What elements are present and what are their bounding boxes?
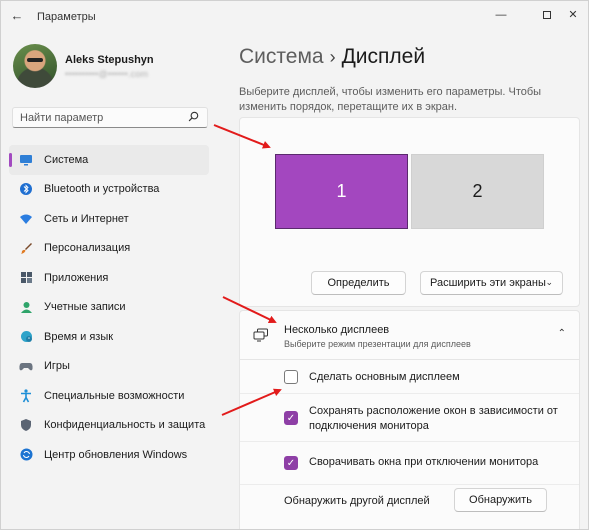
sidebar-item-windows-update[interactable]: Центр обновления Windows <box>9 440 209 470</box>
detect-display-label: Обнаружить другой дисплей <box>284 495 430 507</box>
search-placeholder: Найти параметр <box>20 112 104 124</box>
sidebar-item-label: Специальные возможности <box>44 389 185 402</box>
close-button[interactable]: ✕ <box>557 5 588 25</box>
sidebar-item-bluetooth[interactable]: Bluetooth и устройства <box>9 175 209 205</box>
chevron-up-icon[interactable]: ⌃ <box>558 328 566 339</box>
sidebar-item-label: Сеть и Интернет <box>44 212 129 225</box>
globe-icon <box>19 330 33 344</box>
option-remember-window-locations: ✓ Сохранять расположение окон в зависимо… <box>240 394 579 442</box>
search-icon <box>188 111 199 125</box>
avatar-glasses <box>27 58 43 62</box>
sidebar-item-accessibility[interactable]: Специальные возможности <box>9 381 209 411</box>
monitor-1[interactable]: 1 <box>275 154 408 229</box>
multiple-displays-subtitle: Выберите режим презентации для дисплеев <box>284 339 471 349</box>
window-title: Параметры <box>37 11 96 23</box>
sidebar-item-gaming[interactable]: Игры <box>9 352 209 382</box>
system-icon <box>19 153 33 167</box>
option-label: Сворачивать окна при отключении монитора <box>309 456 539 468</box>
update-icon <box>19 448 33 462</box>
make-main-display-checkbox[interactable] <box>284 370 298 384</box>
shield-icon <box>19 418 33 432</box>
display-mode-dropdown[interactable]: Расширить эти экраны ⌄ <box>420 271 563 295</box>
sidebar-item-label: Конфиденциальность и защита <box>44 419 206 432</box>
remember-window-locations-checkbox[interactable]: ✓ <box>284 411 298 425</box>
sidebar-item-personalization[interactable]: Персонализация <box>9 234 209 264</box>
option-label: Сделать основным дисплеем <box>309 371 460 383</box>
bluetooth-icon <box>19 182 33 196</box>
sidebar-item-accounts[interactable]: Учетные записи <box>9 293 209 323</box>
minimize-on-disconnect-checkbox[interactable]: ✓ <box>284 456 298 470</box>
title-bar: ← Параметры — ✕ <box>1 1 588 33</box>
option-minimize-on-disconnect: ✓ Сворачивать окна при отключении монито… <box>240 442 579 485</box>
monitor-label: 1 <box>336 181 347 201</box>
sidebar-item-time-language[interactable]: Время и язык <box>9 322 209 352</box>
option-make-main-display: Сделать основным дисплеем <box>240 360 579 394</box>
account-icon <box>19 300 33 314</box>
sidebar-item-privacy[interactable]: Конфиденциальность и защита <box>9 411 209 441</box>
search-input[interactable]: Найти параметр <box>12 107 208 128</box>
sidebar-item-label: Персонализация <box>44 242 131 255</box>
sidebar-item-label: Время и язык <box>44 330 114 343</box>
display-mode-value: Расширить эти экраны <box>430 277 546 289</box>
sidebar-item-network[interactable]: Сеть и Интернет <box>9 204 209 234</box>
option-label: Сохранять расположение окон в зависимост… <box>309 405 558 432</box>
monitor-2[interactable]: 2 <box>411 154 544 229</box>
user-email: ••••••••••@••••••.com <box>65 69 149 79</box>
user-name: Aleks Stepushyn <box>65 54 154 66</box>
sidebar-item-label: Bluetooth и устройства <box>44 183 160 196</box>
sidebar-item-system[interactable]: Система <box>9 145 209 175</box>
accessibility-icon <box>19 389 33 403</box>
minimize-button[interactable]: — <box>485 5 517 25</box>
sidebar-item-label: Учетные записи <box>44 301 126 314</box>
sidebar-nav: Система Bluetooth и устройства Сеть и Ин… <box>9 145 209 470</box>
gamepad-icon <box>19 359 33 373</box>
sidebar-item-label: Центр обновления Windows <box>44 448 188 461</box>
monitor-label: 2 <box>472 181 483 201</box>
display-arrangement-panel: 1 2 Определить Расширить эти экраны ⌄ <box>239 117 580 307</box>
detect-display-row: Обнаружить другой дисплей Обнаружить <box>240 485 579 529</box>
multiple-displays-options: Сделать основным дисплеем ✓ Сохранять ра… <box>239 360 580 529</box>
sidebar-item-apps[interactable]: Приложения <box>9 263 209 293</box>
sidebar-item-label: Система <box>44 153 89 166</box>
back-arrow-icon[interactable]: ← <box>9 8 25 24</box>
multiple-displays-icon <box>253 328 269 342</box>
chevron-down-icon: ⌄ <box>545 277 553 287</box>
breadcrumb-parent[interactable]: Система <box>239 45 324 68</box>
wifi-icon <box>19 212 33 226</box>
breadcrumb-separator: › <box>329 47 336 67</box>
display-arrange-description: Выберите дисплей, чтобы изменить его пар… <box>239 86 542 113</box>
detect-button[interactable]: Обнаружить <box>454 488 547 512</box>
sidebar-item-label: Приложения <box>44 271 109 284</box>
multiple-displays-title: Несколько дисплеев <box>284 324 390 336</box>
multiple-displays-header[interactable]: Несколько дисплеев Выберите режим презен… <box>239 310 580 360</box>
maximize-icon <box>543 11 551 20</box>
breadcrumb: Система › Дисплей <box>239 45 425 69</box>
sidebar-item-label: Игры <box>44 360 70 373</box>
avatar[interactable] <box>13 44 57 88</box>
identify-button[interactable]: Определить <box>311 271 406 295</box>
settings-window: ← Параметры — ✕ Aleks Stepushyn ••••••••… <box>0 0 589 530</box>
page-title: Дисплей <box>341 45 426 68</box>
apps-icon <box>19 271 33 285</box>
brush-icon <box>19 241 33 255</box>
